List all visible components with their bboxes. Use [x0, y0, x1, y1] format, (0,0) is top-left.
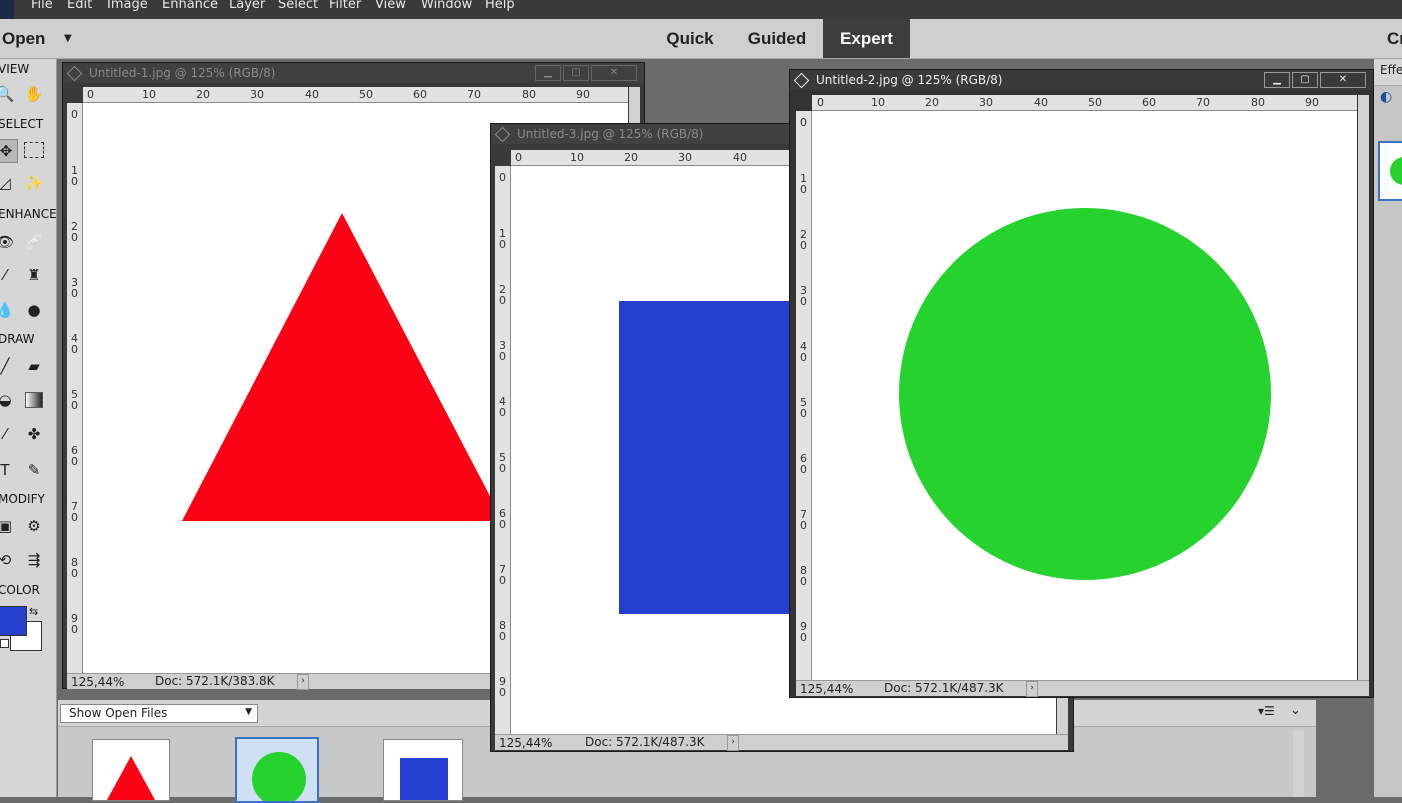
menu-enhance[interactable]: Enhance	[162, 0, 218, 12]
status-menu-arrow-icon[interactable]: ›	[727, 735, 739, 751]
default-colors-icon[interactable]	[0, 639, 9, 648]
bin-menu-icon[interactable]: ▾☰	[1258, 704, 1275, 718]
mode-guided[interactable]: Guided	[741, 19, 813, 58]
vertical-ruler: 0 1 0 2 0 3 0 4 0 5 0 6 0 7 0 8 0 9 0	[796, 111, 812, 681]
canvas-untitled-2[interactable]	[812, 111, 1357, 681]
vertical-ruler: 0 1 0 2 0 3 0 4 0 5 0 6 0 7 0 8 0 9 0	[495, 166, 511, 736]
open-button[interactable]: Open	[2, 29, 45, 49]
custom-shape-icon[interactable]: ✤	[23, 423, 45, 445]
menu-edit[interactable]: Edit	[67, 0, 92, 12]
menu-filter[interactable]: Filter	[329, 0, 361, 12]
menu-layer[interactable]: Layer	[229, 0, 265, 12]
show-open-files-dropdown[interactable]: Show Open Files ▼	[60, 704, 258, 723]
zoom-level[interactable]: 125,44%	[499, 736, 552, 750]
crop-tool-icon[interactable]: ▣	[0, 515, 16, 537]
window-title-bar[interactable]: Untitled-1.jpg @ 125% (RGB/8) ▁ ▢ ✕	[63, 63, 644, 83]
pencil-tool-icon[interactable]: ✎	[23, 459, 45, 481]
close-button[interactable]: ✕	[591, 65, 637, 81]
mode-bar: Open ▼ Quick Guided Expert Cr	[0, 19, 1402, 59]
document-window-untitled-2[interactable]: Untitled-2.jpg @ 125% (RGB/8) ▁ ▢ ✕ 0 10…	[789, 69, 1374, 698]
content-move-icon[interactable]: ⇶	[23, 549, 45, 571]
thumbnail-untitled-1[interactable]	[92, 739, 170, 801]
effects-mode-icon[interactable]: ◐	[1380, 89, 1392, 105]
doc-size: Doc: 572.1K/487.3K	[884, 681, 1004, 695]
maximize-button[interactable]: ▢	[1292, 72, 1318, 88]
eye-tool-icon[interactable]: 👁	[0, 231, 16, 253]
menu-file[interactable]: File	[31, 0, 53, 12]
hand-tool-icon[interactable]: ✋	[23, 83, 45, 105]
status-menu-arrow-icon[interactable]: ›	[1026, 681, 1038, 697]
thumbnail-untitled-3[interactable]	[383, 739, 463, 801]
right-panel: Effe ◐	[1374, 59, 1402, 797]
straighten-tool-icon[interactable]: ⟲	[0, 549, 16, 571]
status-menu-arrow-icon[interactable]: ›	[297, 674, 309, 690]
effects-preview-thumbnail[interactable]	[1378, 141, 1402, 201]
horizontal-ruler: 0 10 20 30 40 50 60 70 80 90	[812, 95, 1357, 111]
stamp-tool-icon[interactable]: ♜	[23, 264, 45, 286]
doc-size: Doc: 572.1K/383.8K	[155, 674, 275, 688]
brush-tool-icon[interactable]: ╱	[0, 355, 16, 377]
menu-view[interactable]: View	[375, 0, 406, 12]
app-logo	[0, 0, 14, 19]
maximize-button[interactable]: ▢	[563, 65, 589, 81]
sponge-tool-icon[interactable]: ●	[23, 299, 45, 321]
mode-expert[interactable]: Expert	[823, 19, 910, 58]
window-title-bar[interactable]: Untitled-2.jpg @ 125% (RGB/8) ▁ ▢ ✕	[790, 70, 1373, 90]
horizontal-ruler: 0 10 20 30 40 50 60 70 80 90	[83, 87, 628, 103]
recompose-tool-icon[interactable]: ⚙	[23, 515, 45, 537]
doc-size: Doc: 572.1K/487.3K	[585, 735, 705, 749]
zoom-level[interactable]: 125,44%	[800, 682, 853, 696]
dropdown-arrow-icon: ▼	[245, 707, 252, 717]
zoom-tool-icon[interactable]: 🔍	[0, 83, 16, 105]
create-button[interactable]: Cr	[1387, 29, 1402, 49]
eraser-tool-icon[interactable]: ▰	[23, 355, 45, 377]
type-tool-icon[interactable]: T	[0, 459, 16, 481]
magic-wand-icon[interactable]: ✨	[23, 172, 45, 194]
vertical-ruler: 0 1 0 2 0 3 0 4 0 5 0 6 0 7 0 8 0 9 0	[67, 103, 83, 673]
move-tool-icon[interactable]: ✥	[0, 139, 18, 163]
lasso-tool-icon[interactable]: ◿	[0, 172, 16, 194]
mode-quick[interactable]: Quick	[658, 19, 722, 58]
minimize-button[interactable]: ▁	[1264, 72, 1290, 88]
red-triangle-shape	[182, 213, 503, 521]
foreground-color-swatch[interactable]	[0, 606, 27, 636]
paint-bucket-icon[interactable]: ◒	[0, 389, 16, 411]
zoom-level[interactable]: 125,44%	[71, 675, 124, 689]
menu-select[interactable]: Select	[278, 0, 318, 12]
menu-window[interactable]: Window	[421, 0, 472, 12]
thumbnail-untitled-2[interactable]	[235, 737, 319, 803]
minimize-button[interactable]: ▁	[535, 65, 561, 81]
menu-help[interactable]: Help	[485, 0, 515, 12]
green-circle-shape	[899, 208, 1271, 580]
marquee-tool-icon[interactable]	[23, 139, 45, 161]
open-dropdown-icon[interactable]: ▼	[64, 33, 72, 44]
document-icon	[66, 65, 83, 82]
healing-brush-icon[interactable]: 🩹	[23, 231, 45, 253]
vertical-scrollbar[interactable]	[1358, 95, 1369, 681]
photo-bin-scrollbar[interactable]	[1293, 730, 1304, 797]
gradient-tool-icon[interactable]	[23, 389, 45, 411]
collapse-bin-icon[interactable]: ⌄	[1290, 703, 1301, 718]
document-icon	[494, 126, 511, 143]
swap-colors-icon[interactable]: ⇆	[29, 605, 38, 618]
status-bar: 125,44% Doc: 572.1K/487.3K ›	[796, 680, 1369, 697]
menu-bar: File Edit Image Enhance Layer Select Fil…	[0, 0, 1402, 19]
effects-tab[interactable]: Effe	[1374, 59, 1402, 86]
brush-enhance-icon[interactable]: ⁄	[0, 264, 16, 286]
menu-image[interactable]: Image	[107, 0, 148, 12]
blur-tool-icon[interactable]: 💧	[0, 299, 16, 321]
canvas-svg	[899, 208, 1271, 580]
document-icon	[793, 72, 810, 89]
close-button[interactable]: ✕	[1320, 72, 1366, 88]
eyedropper-tool-icon[interactable]: ⁄	[0, 423, 16, 445]
tool-panel: VIEW 🔍 ✋ SELECT ✥ ◿ ✨ ENHANCE 👁 🩹 ⁄ ♜ 💧 …	[0, 59, 57, 797]
status-bar: 125,44% Doc: 572.1K/487.3K ›	[495, 734, 1068, 751]
